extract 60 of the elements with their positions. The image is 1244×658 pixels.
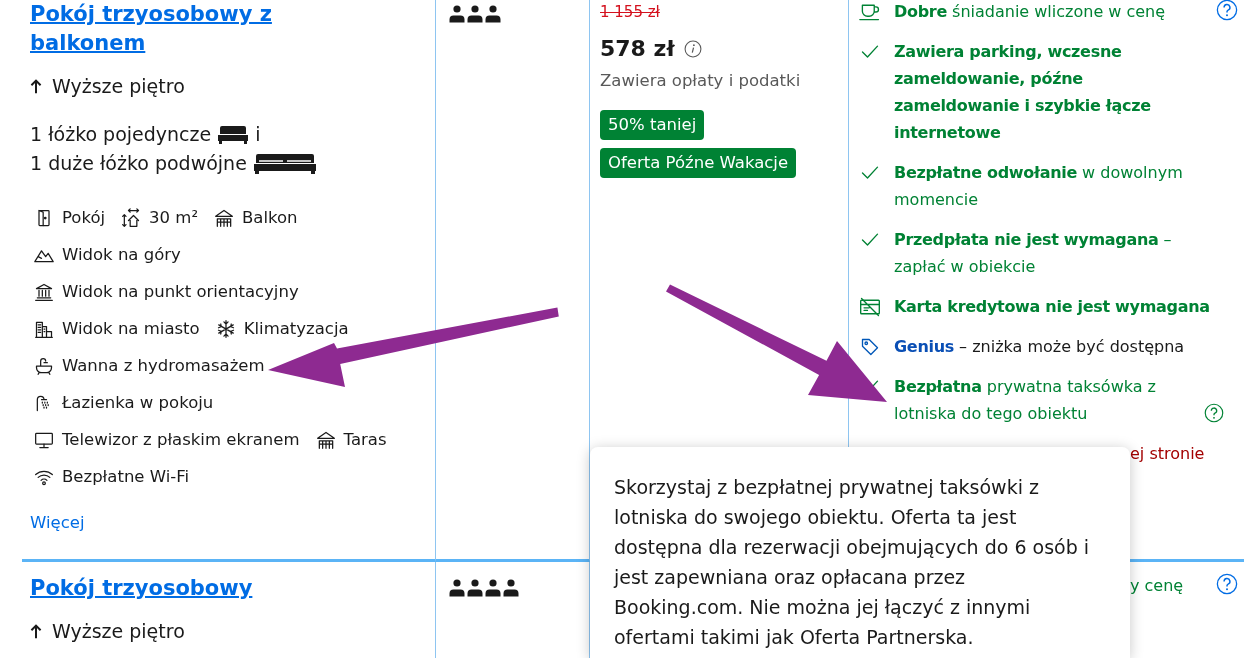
facility-label: 30 m² (149, 207, 199, 229)
tag-icon (859, 336, 881, 357)
bed-text: 1 duże łóżko podwójne (30, 151, 247, 176)
balcony-icon (214, 208, 235, 228)
person-icon (448, 5, 466, 23)
help-icon[interactable] (1216, 573, 1238, 595)
condition-text: Dobre śniadanie wliczone w cenę (894, 2, 1166, 21)
condition-text: Karta kredytowa nie jest wymagana (894, 297, 1210, 316)
person-icon (484, 579, 502, 597)
condition-text: Przedpłata nie jest wymagana – zapłać w obiekcie (894, 230, 1172, 276)
floor-label: Wyższe piętro (52, 74, 185, 99)
facility-label: Widok na miasto (62, 318, 200, 340)
facility-label: Łazienka w pokoju (62, 392, 214, 414)
condition-text: ej stronie (1130, 444, 1205, 463)
single-bed-icon (217, 124, 250, 145)
snowflake-icon (215, 319, 236, 339)
info-icon[interactable] (683, 40, 702, 58)
help-icon[interactable] (1216, 0, 1238, 21)
old-price: 1 155 zł (600, 2, 660, 23)
person-icon (466, 5, 484, 23)
person-icon (484, 5, 502, 23)
person-icon (448, 579, 466, 597)
condition-text: y cenę (1130, 576, 1184, 595)
deal-badge: 50% taniej (600, 110, 705, 140)
condition-text: Genius – zniżka może być dostępna (894, 337, 1185, 356)
facility-label: Telewizor z płaskim ekranem (62, 429, 300, 451)
help-icon[interactable] (1204, 403, 1224, 423)
crossed-card-icon (859, 296, 881, 317)
facility-label: Balkon (242, 207, 298, 229)
resize-house-icon (121, 208, 142, 228)
condition-text: Bezpłatna prywatna taksówka z lotniska do tego obiektu (894, 376, 1157, 425)
facility-label: Bezpłatne Wi-Fi (62, 466, 190, 488)
facility-label: Widok na punkt orientacyjny (62, 281, 299, 303)
deal-badge: Oferta Późne Wakacje (600, 148, 797, 178)
conjunction-text: i (255, 122, 261, 147)
room-title-link[interactable]: Pokój trzyosobowy z balkonem (30, 0, 330, 58)
condition-text: Bezpłatne odwołanie w dowolnym momencie (894, 163, 1183, 209)
bathtub-icon (34, 356, 54, 376)
room-title-link[interactable]: Pokój trzyosobowy (30, 574, 330, 603)
price-note: Zawiera opłaty i podatki (600, 70, 801, 92)
condition-text: Zawiera parking, wczesne zameldowanie, późne zameldowanie i szybkie łącze internetowe (894, 42, 1151, 142)
buildings-icon (34, 319, 54, 339)
more-link[interactable]: Więcej (30, 511, 85, 535)
bed-text: 1 łóżko pojedyncze (30, 122, 212, 147)
facility-label: Taras (343, 429, 387, 451)
facility-label: Pokój (62, 207, 106, 229)
person-icon (502, 579, 520, 597)
columns-building-icon (34, 282, 54, 302)
tv-icon (34, 430, 54, 450)
floor-label: Wyższe piętro (52, 619, 185, 644)
facility-label: Wanna z hydromasażem (62, 355, 265, 377)
facility-label: Klimatyzacja (243, 318, 349, 340)
facility-label: Widok na góry (62, 244, 181, 266)
tooltip: Skorzystaj z bezpłatnej prywatnej taksówki z lotniska do swojego obiektu. Oferta ta jest dostępna dla rezerwacji obejmujących do 6 osób i jest zapewniana oraz opłacana przez Booking.com. Nie można jej łączyć z innymi ofertami takimi jak Oferta Partnerska. (590, 447, 1130, 658)
price: 578 zł (600, 35, 675, 63)
up-arrow-icon (30, 623, 42, 639)
up-arrow-icon (30, 78, 42, 94)
balcony-icon (315, 430, 336, 450)
double-bed-icon (252, 152, 317, 175)
person-icon (466, 579, 484, 597)
